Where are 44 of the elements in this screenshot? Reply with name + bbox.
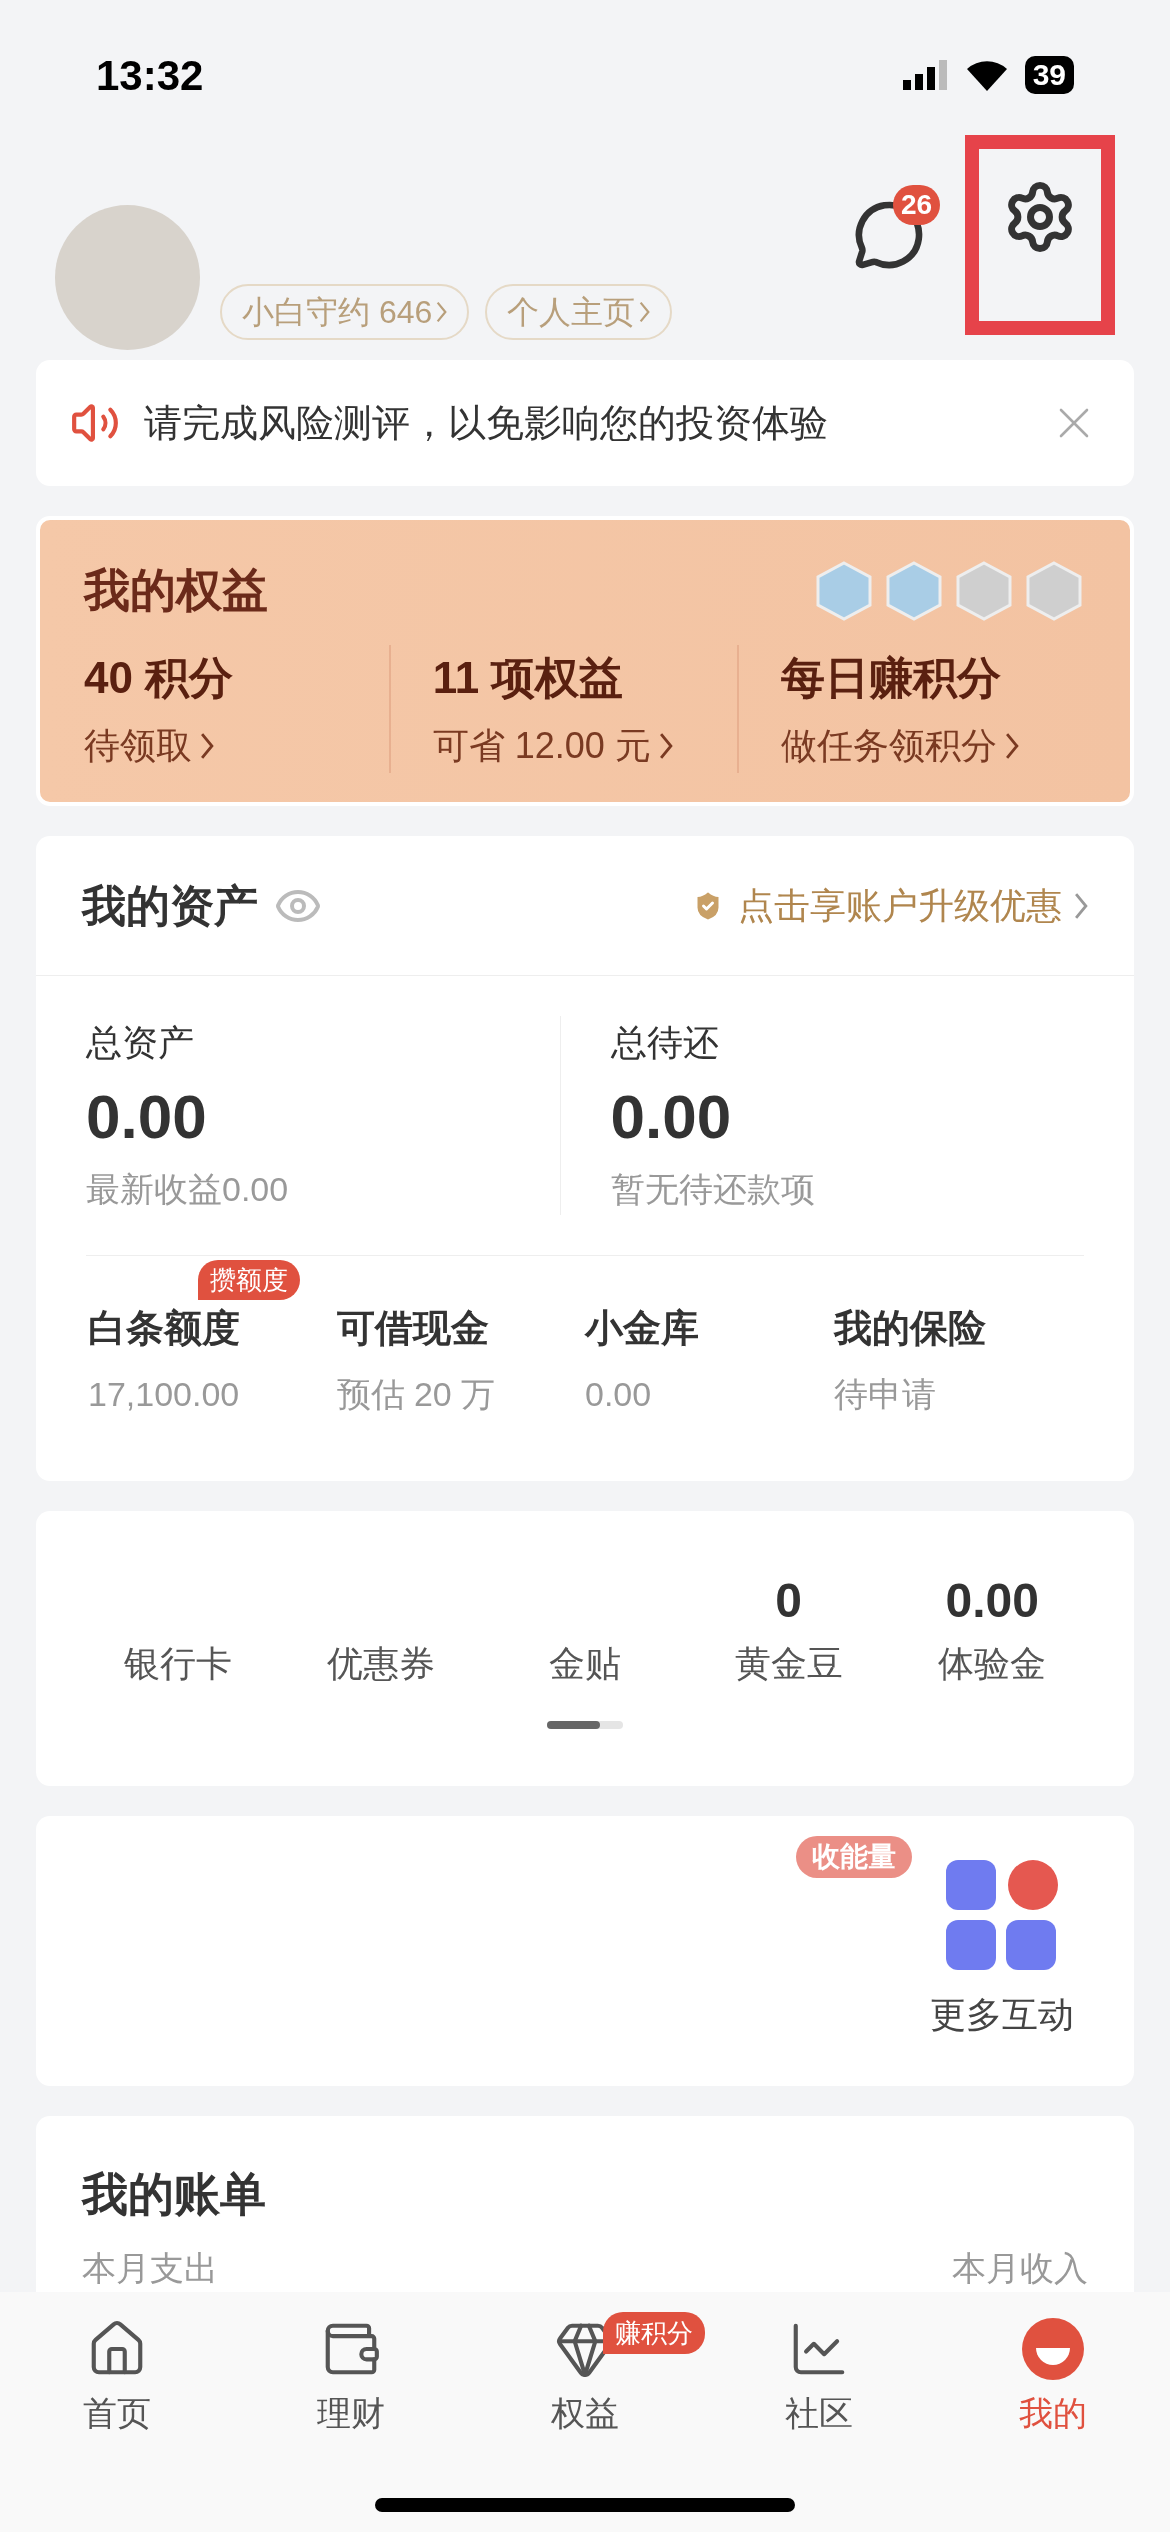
wallet-label[interactable]: 黄金豆 bbox=[734, 1637, 843, 1691]
product-label[interactable]: 白条额度 bbox=[88, 1300, 337, 1357]
promo-badge: 收能量 bbox=[796, 1836, 912, 1878]
product-label[interactable]: 我的保险 bbox=[833, 1300, 1082, 1357]
benefit-link[interactable]: 做任务领积分 bbox=[781, 719, 1086, 773]
product-value: 待申请 bbox=[833, 1374, 937, 1415]
summary-label: 总资产 bbox=[86, 1021, 195, 1065]
product-value: 预估 20 万 bbox=[336, 1374, 497, 1415]
status-time: 13:32 bbox=[96, 50, 204, 101]
bill-label: 本月支出 bbox=[82, 2248, 218, 2289]
wallet-label[interactable]: 金贴 bbox=[549, 1637, 621, 1691]
benefit-value: 11 项权益 bbox=[432, 652, 625, 704]
card-title: 我的权益 bbox=[84, 563, 268, 618]
card-title: 我的资产 bbox=[82, 879, 258, 932]
wallet-label[interactable]: 优惠券 bbox=[327, 1637, 436, 1691]
notice-text: 请完成风险测评，以免影响您的投资体验 bbox=[144, 400, 829, 446]
wallet-value: 0.00 bbox=[945, 1577, 1039, 1625]
promo-badge: 赚积分 bbox=[603, 2312, 705, 2354]
message-badge: 26 bbox=[893, 185, 941, 225]
product-label[interactable]: 小金库 bbox=[585, 1300, 834, 1357]
battery-indicator: 39 bbox=[1024, 56, 1074, 94]
wallet-label[interactable]: 体验金 bbox=[938, 1637, 1047, 1691]
interaction-label[interactable]: 更多互动 bbox=[930, 1988, 1074, 2042]
summary-value: 0.00 bbox=[610, 1086, 733, 1148]
benefit-value: 每日赚积分 bbox=[781, 652, 1003, 704]
summary-note: 最新收益0.00 bbox=[86, 1169, 290, 1210]
tab-item[interactable]: 首页 bbox=[83, 2318, 151, 2439]
bill-label: 本月收入 bbox=[952, 2248, 1088, 2289]
summary-value: 0.00 bbox=[86, 1086, 208, 1148]
benefit-link[interactable]: 可省 12.00 元 bbox=[432, 719, 738, 773]
wallet-value: 0 bbox=[775, 1577, 802, 1625]
product-value: 17,100.00 bbox=[88, 1374, 241, 1415]
tab-item[interactable]: 理财 bbox=[317, 2318, 385, 2439]
summary-label: 总待还 bbox=[610, 1021, 720, 1065]
tab-item[interactable]: 我的 bbox=[1019, 2318, 1087, 2439]
card-title: 我的账单 bbox=[82, 2167, 267, 2222]
promo-badge: 攒额度 bbox=[198, 1260, 300, 1300]
product-label[interactable]: 可借现金 bbox=[336, 1300, 585, 1357]
wallet-label[interactable]: 银行卡 bbox=[123, 1637, 232, 1691]
benefit-value: 40 积分 bbox=[84, 652, 235, 704]
benefit-link[interactable]: 待领取 bbox=[84, 719, 389, 773]
product-value: 0.00 bbox=[585, 1374, 653, 1415]
summary-note: 暂无待还款项 bbox=[610, 1169, 816, 1210]
tab-item[interactable]: 社区 bbox=[785, 2318, 853, 2439]
